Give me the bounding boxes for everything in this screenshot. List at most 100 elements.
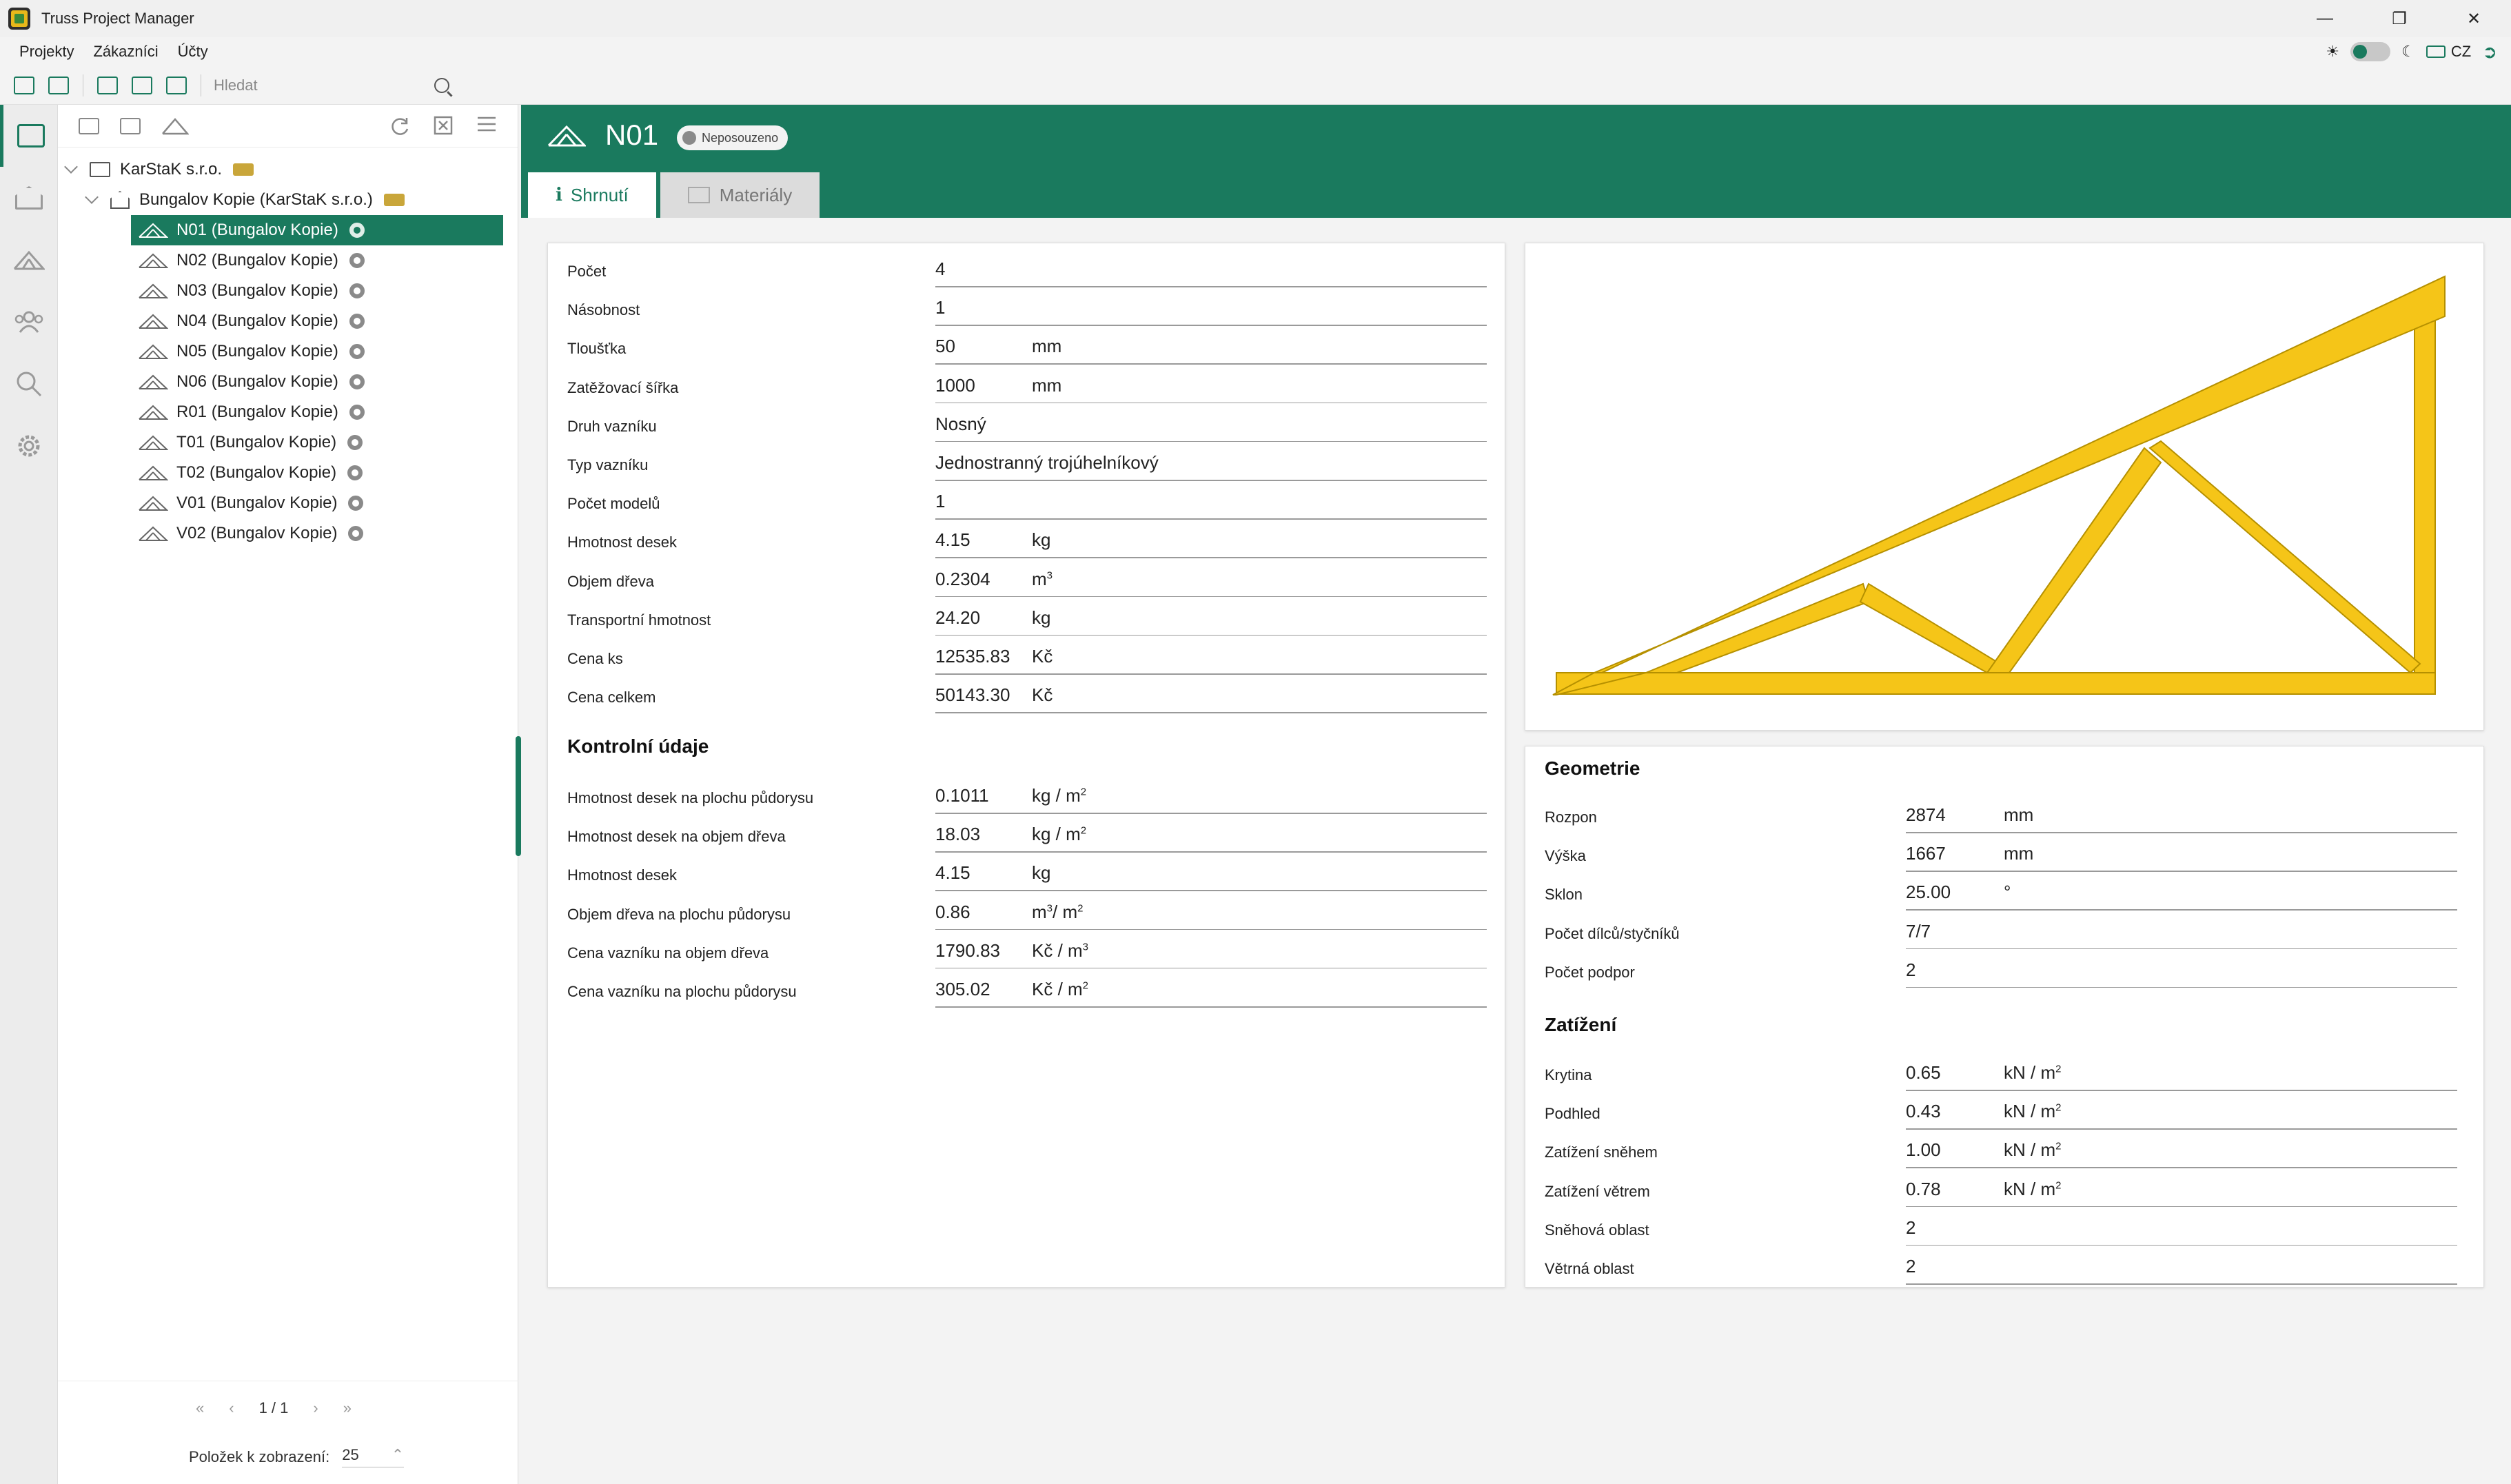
logout-icon[interactable]: ➲ xyxy=(2482,41,2497,63)
data-row: Sněhová oblast 2 xyxy=(1525,1208,2483,1246)
rail-settings[interactable] xyxy=(0,415,58,477)
briefcase-icon[interactable] xyxy=(97,76,118,94)
minimize-icon[interactable]: — xyxy=(2288,0,2362,37)
home-icon[interactable] xyxy=(120,117,141,134)
geometry-section-title: Geometrie xyxy=(1545,758,1640,779)
tree-item-truss[interactable]: N04 (Bungalov Kopie) xyxy=(58,306,518,336)
users-icon xyxy=(14,311,43,333)
rail-home[interactable] xyxy=(0,167,58,229)
tree-item-inner[interactable]: N01 (Bungalov Kopie) xyxy=(131,215,503,245)
tree-item-inner[interactable]: N02 (Bungalov Kopie) xyxy=(131,245,503,276)
row-value: 1.00 xyxy=(1906,1139,1941,1161)
language-selector[interactable]: CZ xyxy=(2426,43,2471,61)
unit-text: kg / m xyxy=(1032,785,1081,806)
gear-icon[interactable] xyxy=(349,283,365,298)
row-value: 1790.83 xyxy=(935,939,1000,961)
gear-icon[interactable] xyxy=(349,223,365,238)
tree-item-inner[interactable]: T01 (Bungalov Kopie) xyxy=(131,427,503,458)
close-icon[interactable]: ✕ xyxy=(2437,0,2511,37)
menu-zakaznici[interactable]: Zákazníci xyxy=(93,43,158,61)
folders-icon[interactable] xyxy=(79,117,99,134)
first-page-button[interactable]: « xyxy=(196,1399,204,1417)
gear-icon[interactable] xyxy=(349,344,365,359)
per-page-select[interactable]: 25 ⌃ xyxy=(342,1446,405,1467)
gear-icon[interactable] xyxy=(349,253,365,268)
chevron-down-icon[interactable] xyxy=(85,190,99,204)
tree-node-project[interactable]: Bungalov Kopie (KarStaK s.r.o.) xyxy=(58,185,518,215)
tree-item-inner[interactable]: N04 (Bungalov Kopie) xyxy=(131,306,503,336)
panel-scroll-handle[interactable] xyxy=(516,736,521,856)
data-row: Krytina 0.65 kN / m2 xyxy=(1525,1053,2483,1091)
tree-item-inner[interactable]: R01 (Bungalov Kopie) xyxy=(131,397,503,427)
data-row: Počet dílců/styčníků 7/7 xyxy=(1525,911,2483,950)
tree-item-truss[interactable]: R01 (Bungalov Kopie) xyxy=(58,397,518,427)
unit-text: m xyxy=(1032,568,1047,589)
tree-item-inner[interactable]: N06 (Bungalov Kopie) xyxy=(131,367,503,397)
row-unit: mm xyxy=(1032,375,1061,396)
project-tree: KarStaK s.r.o. Bungalov Kopie (KarStaK s… xyxy=(58,148,518,549)
tree-item-inner[interactable]: V01 (Bungalov Kopie) xyxy=(131,488,503,518)
tree-item-truss[interactable]: N03 (Bungalov Kopie) xyxy=(58,276,518,306)
gear-icon[interactable] xyxy=(347,435,363,450)
collapse-all-icon[interactable] xyxy=(434,116,453,135)
tree-item-inner[interactable]: N05 (Bungalov Kopie) xyxy=(131,336,503,367)
menu-projekty[interactable]: Projekty xyxy=(19,43,74,61)
theme-toggle[interactable] xyxy=(2350,42,2391,61)
tree-item-truss[interactable]: T02 (Bungalov Kopie) xyxy=(58,458,518,488)
folder-icon xyxy=(90,162,110,177)
unit-superscript: 2 xyxy=(1080,824,1087,837)
tree-item-truss[interactable]: N01 (Bungalov Kopie) xyxy=(58,215,518,245)
gear-icon[interactable] xyxy=(349,314,365,329)
row-label: Druh vazníku xyxy=(567,417,657,435)
tree-structure-icon[interactable] xyxy=(48,76,69,94)
last-page-button[interactable]: » xyxy=(343,1399,352,1417)
prev-page-button[interactable]: ‹ xyxy=(229,1399,234,1417)
restore-icon[interactable]: ❐ xyxy=(2362,0,2437,37)
new-folder-icon[interactable] xyxy=(14,76,34,94)
tree-item-inner[interactable]: N03 (Bungalov Kopie) xyxy=(131,276,503,306)
chevron-down-icon[interactable] xyxy=(64,160,78,174)
data-row: Počet modelů 1 xyxy=(548,481,1505,520)
row-label: Cena vazníku na plochu půdorysu xyxy=(567,983,797,1000)
search-input[interactable] xyxy=(214,77,434,94)
rail-projects[interactable] xyxy=(0,105,58,167)
menu-ucty[interactable]: Účty xyxy=(178,43,208,61)
truss-icon xyxy=(139,496,168,511)
tree-item-inner[interactable]: T02 (Bungalov Kopie) xyxy=(131,458,503,488)
tab-materials[interactable]: Materiály xyxy=(660,172,820,218)
contact-icon[interactable] xyxy=(166,76,187,94)
row-label: Počet xyxy=(567,263,607,280)
tab-summary[interactable]: i Shrnutí xyxy=(528,172,656,218)
tree-item-truss[interactable]: V02 (Bungalov Kopie) xyxy=(58,518,518,549)
row-unit: Kč xyxy=(1032,684,1053,706)
gear-icon[interactable] xyxy=(347,465,363,480)
tree-item-truss[interactable]: N05 (Bungalov Kopie) xyxy=(58,336,518,367)
truss-icon[interactable] xyxy=(161,117,189,135)
tree-item-truss[interactable]: N06 (Bungalov Kopie) xyxy=(58,367,518,397)
tree-item-truss[interactable]: T01 (Bungalov Kopie) xyxy=(58,427,518,458)
status-badge: Neposouzeno xyxy=(677,125,789,150)
gear-icon[interactable] xyxy=(349,374,365,389)
tree-item-truss[interactable]: V01 (Bungalov Kopie) xyxy=(58,488,518,518)
gear-icon[interactable] xyxy=(348,526,364,541)
refresh-icon[interactable] xyxy=(389,116,410,136)
menu-icon[interactable] xyxy=(476,116,497,132)
rail-trusses[interactable] xyxy=(0,229,58,291)
id-card-icon[interactable] xyxy=(132,76,152,94)
data-row: Zatěžovací šířka 1000 mm xyxy=(548,365,1505,404)
row-unit: Kč / m3 xyxy=(1032,940,1088,962)
status-dot-icon xyxy=(682,131,696,145)
search-icon[interactable] xyxy=(434,78,449,93)
row-value: 305.02 xyxy=(935,979,990,999)
next-page-button[interactable]: › xyxy=(313,1399,318,1417)
tree-item-inner[interactable]: V02 (Bungalov Kopie) xyxy=(131,518,503,549)
tree-item-truss[interactable]: N02 (Bungalov Kopie) xyxy=(58,245,518,276)
per-page-control: Položek k zobrazení: 25 ⌃ xyxy=(189,1446,405,1467)
tree-node-company[interactable]: KarStaK s.r.o. xyxy=(58,154,518,185)
rail-customers[interactable] xyxy=(0,291,58,353)
rail-search[interactable] xyxy=(0,353,58,415)
truss-icon xyxy=(139,314,168,329)
page-indicator: 1 / 1 xyxy=(258,1399,289,1416)
gear-icon[interactable] xyxy=(349,405,365,420)
gear-icon[interactable] xyxy=(348,496,364,511)
